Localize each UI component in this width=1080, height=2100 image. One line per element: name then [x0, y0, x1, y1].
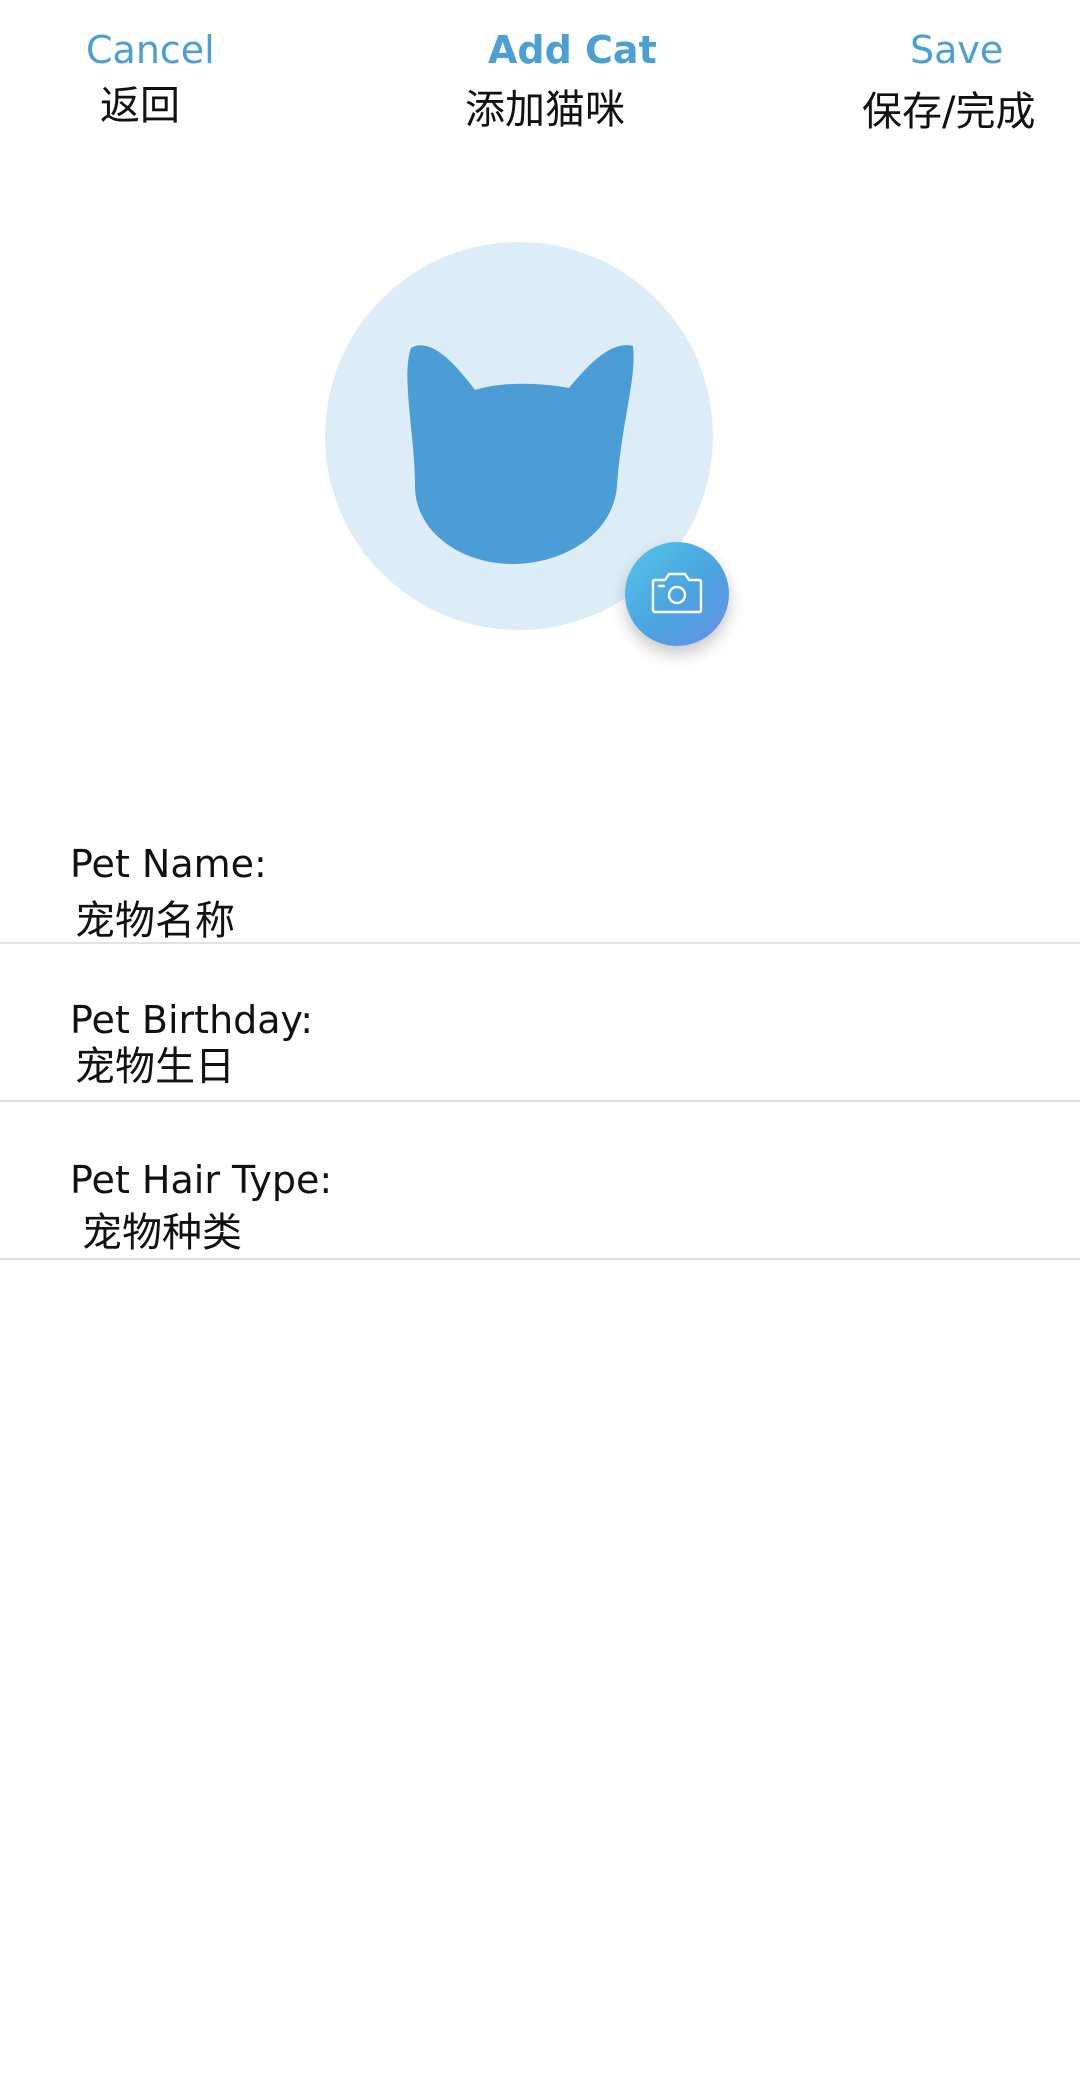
pet-hair-type-label: Pet Hair Type: [70, 1158, 333, 1202]
pet-name-input[interactable]: 宠物名称 [75, 896, 235, 946]
pet-hair-type-field: Pet Hair Type: 宠物种类 [0, 1102, 1080, 1260]
camera-icon [651, 572, 703, 614]
cancel-button-caption: 返回 [100, 83, 180, 129]
cat-head-icon [407, 345, 634, 564]
save-button-caption: 保存/完成 [862, 89, 1036, 135]
camera-button[interactable] [625, 542, 729, 646]
pet-birthday-input[interactable]: 宠物生日 [75, 1042, 235, 1092]
save-button[interactable]: Save [910, 24, 1003, 76]
page-title-caption: 添加猫咪 [465, 87, 625, 133]
pet-hair-type-input[interactable]: 宠物种类 [82, 1208, 242, 1258]
pet-name-field: Pet Name: 宠物名称 [0, 820, 1080, 944]
pet-birthday-label: Pet Birthday: [70, 998, 314, 1042]
page-title: Add Cat [488, 28, 657, 72]
pet-birthday-field: Pet Birthday: 宠物生日 [0, 944, 1080, 1102]
cancel-button[interactable]: Cancel [86, 24, 215, 76]
pet-name-label: Pet Name: [70, 842, 267, 886]
